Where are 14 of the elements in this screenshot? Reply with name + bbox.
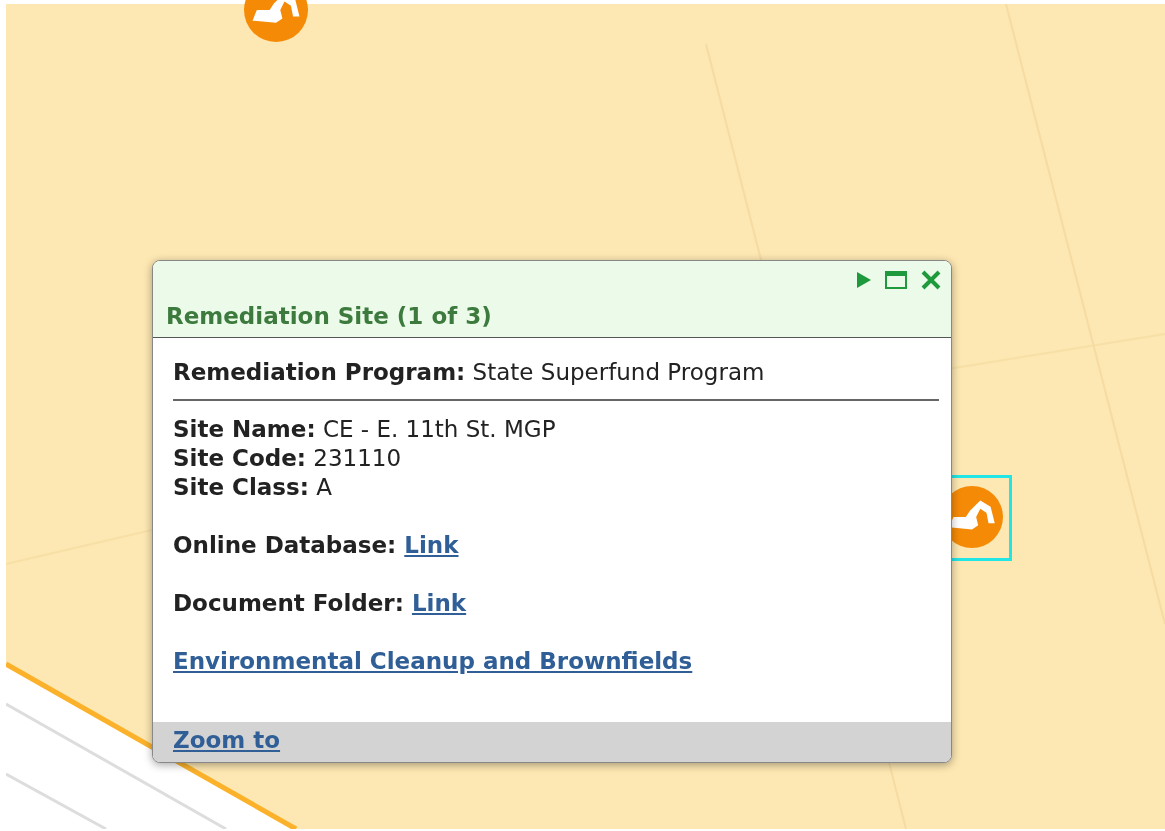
detail-text: Site Class: A xyxy=(173,473,333,502)
program-text: Remediation Program: State Superfund Program xyxy=(173,358,766,387)
popup-title: Remediation Site (1 of 3) xyxy=(166,303,493,329)
maximize-icon[interactable] xyxy=(885,271,907,289)
link[interactable]: Link xyxy=(411,589,467,618)
link[interactable]: Environmental Cleanup and Brownfields xyxy=(173,647,693,676)
detail-text: Site Code: 231110 xyxy=(173,444,403,473)
field-label: Online Database: xyxy=(173,531,397,560)
field-label: Document Folder: xyxy=(173,589,404,618)
close-icon[interactable] xyxy=(921,270,941,290)
zoom-link[interactable]: Zoom to xyxy=(173,727,281,753)
play-icon[interactable] xyxy=(857,272,871,288)
detail-text: Site Name: CE - E. 11th St. MGP xyxy=(173,415,557,444)
link[interactable]: Link xyxy=(404,531,459,560)
